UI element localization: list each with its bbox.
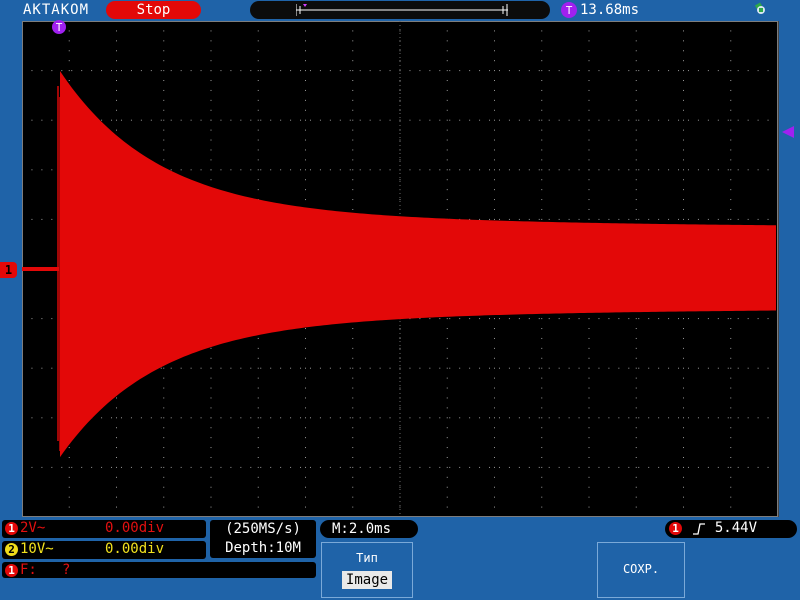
svg-text:T: T [56, 21, 63, 34]
sample-rate: (250MS/s) [225, 521, 301, 537]
ch2-scale: 10V~ [20, 541, 54, 557]
freq-label: F: [20, 562, 37, 578]
save-menu-label: СОХР. [622, 562, 660, 576]
trigger-level-value: 5.44V [714, 520, 758, 536]
trigger-source-badge: 1 [669, 522, 682, 535]
rising-edge-icon [693, 523, 706, 535]
ch1-offset: 0.00div [105, 520, 165, 536]
type-menu-button[interactable]: Тип Image [321, 542, 413, 598]
ch1-waveform [22, 71, 776, 458]
ch2-badge: 2 [5, 543, 18, 556]
ch2-settings[interactable]: 2 10V~ 0.00div [2, 541, 206, 559]
freq-value: ? [62, 562, 71, 578]
acquisition-info: (250MS/s) Depth:10M [210, 520, 316, 558]
trigger-position-marker: T [52, 20, 66, 34]
freq-ch1-badge: 1 [5, 564, 18, 577]
timebase-readout[interactable]: M:2.0ms [320, 520, 418, 538]
trigger-level-marker[interactable] [782, 126, 796, 138]
brand-label: AKTAKOM [23, 2, 90, 18]
ch2-offset: 0.00div [105, 541, 165, 557]
trigger-time-value: 13.68ms [580, 2, 640, 18]
ch1-ground-marker[interactable]: 1 [0, 262, 17, 278]
type-menu-value: Image [342, 571, 392, 589]
type-menu-label: Тип [356, 551, 378, 565]
ch1-scale: 2V~ [20, 520, 46, 536]
svg-text:T: T [566, 4, 573, 17]
frequency-readout: 1 F: ? [2, 562, 316, 578]
save-menu-button[interactable]: СОХР. [597, 542, 685, 598]
ch1-badge: 1 [5, 522, 18, 535]
memory-window-indicator [296, 4, 508, 16]
memory-depth: Depth:10M [225, 540, 301, 556]
timebase-value: M:2.0ms [332, 521, 392, 537]
usb-icon [754, 2, 766, 15]
run-stop-status[interactable]: Stop [106, 1, 201, 19]
ch1-settings[interactable]: 1 2V~ 0.00div [2, 520, 206, 538]
trigger-readout[interactable]: 1 5.44V [665, 520, 797, 538]
